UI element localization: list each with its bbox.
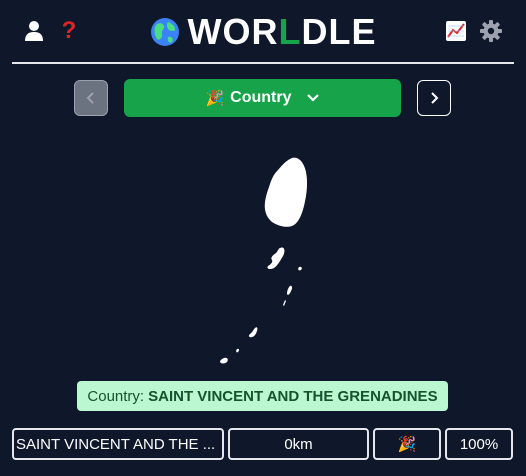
title-text-highlight: L bbox=[278, 11, 302, 52]
island-shape bbox=[283, 300, 286, 306]
title-text-end: DLE bbox=[301, 11, 377, 52]
island-shape bbox=[248, 327, 258, 338]
next-mode-button[interactable] bbox=[417, 80, 451, 116]
island-shape bbox=[236, 348, 240, 353]
mode-dropdown[interactable]: 🎉 Country bbox=[124, 79, 401, 117]
main-island-shape bbox=[264, 157, 308, 227]
stats-icon[interactable] bbox=[443, 18, 469, 44]
island-shape bbox=[287, 285, 293, 295]
title-text-start: WOR bbox=[187, 11, 279, 52]
chevron-right-icon bbox=[431, 92, 439, 104]
answer-banner: Country: SAINT VINCENT AND THE GRENADINE… bbox=[77, 381, 448, 411]
country-silhouette bbox=[220, 157, 308, 364]
island-shape bbox=[298, 266, 302, 271]
mode-label: Country bbox=[230, 89, 292, 106]
app-title: WORLDLE bbox=[12, 12, 514, 52]
chevron-left-icon bbox=[86, 92, 94, 104]
answer-country-name: SAINT VINCENT AND THE GRENADINES bbox=[148, 387, 438, 405]
previous-mode-button[interactable] bbox=[74, 80, 108, 116]
globe-icon bbox=[150, 15, 180, 46]
island-shape bbox=[267, 247, 285, 270]
guess-country: SAINT VINCENT AND THE ... bbox=[12, 428, 224, 460]
chevron-down-icon bbox=[306, 93, 320, 103]
guess-proximity: 100% bbox=[445, 428, 513, 460]
header: ? WORLDLE bbox=[12, 0, 514, 64]
party-popper-icon: 🎉 bbox=[205, 90, 225, 107]
island-shape bbox=[220, 357, 228, 364]
guess-direction: 🎉 bbox=[373, 428, 441, 460]
guess-row: SAINT VINCENT AND THE ... 0km 🎉 100% bbox=[0, 428, 526, 460]
answer-prefix: Country: bbox=[87, 387, 145, 405]
guess-distance: 0km bbox=[228, 428, 369, 460]
gear-icon[interactable] bbox=[478, 18, 504, 44]
